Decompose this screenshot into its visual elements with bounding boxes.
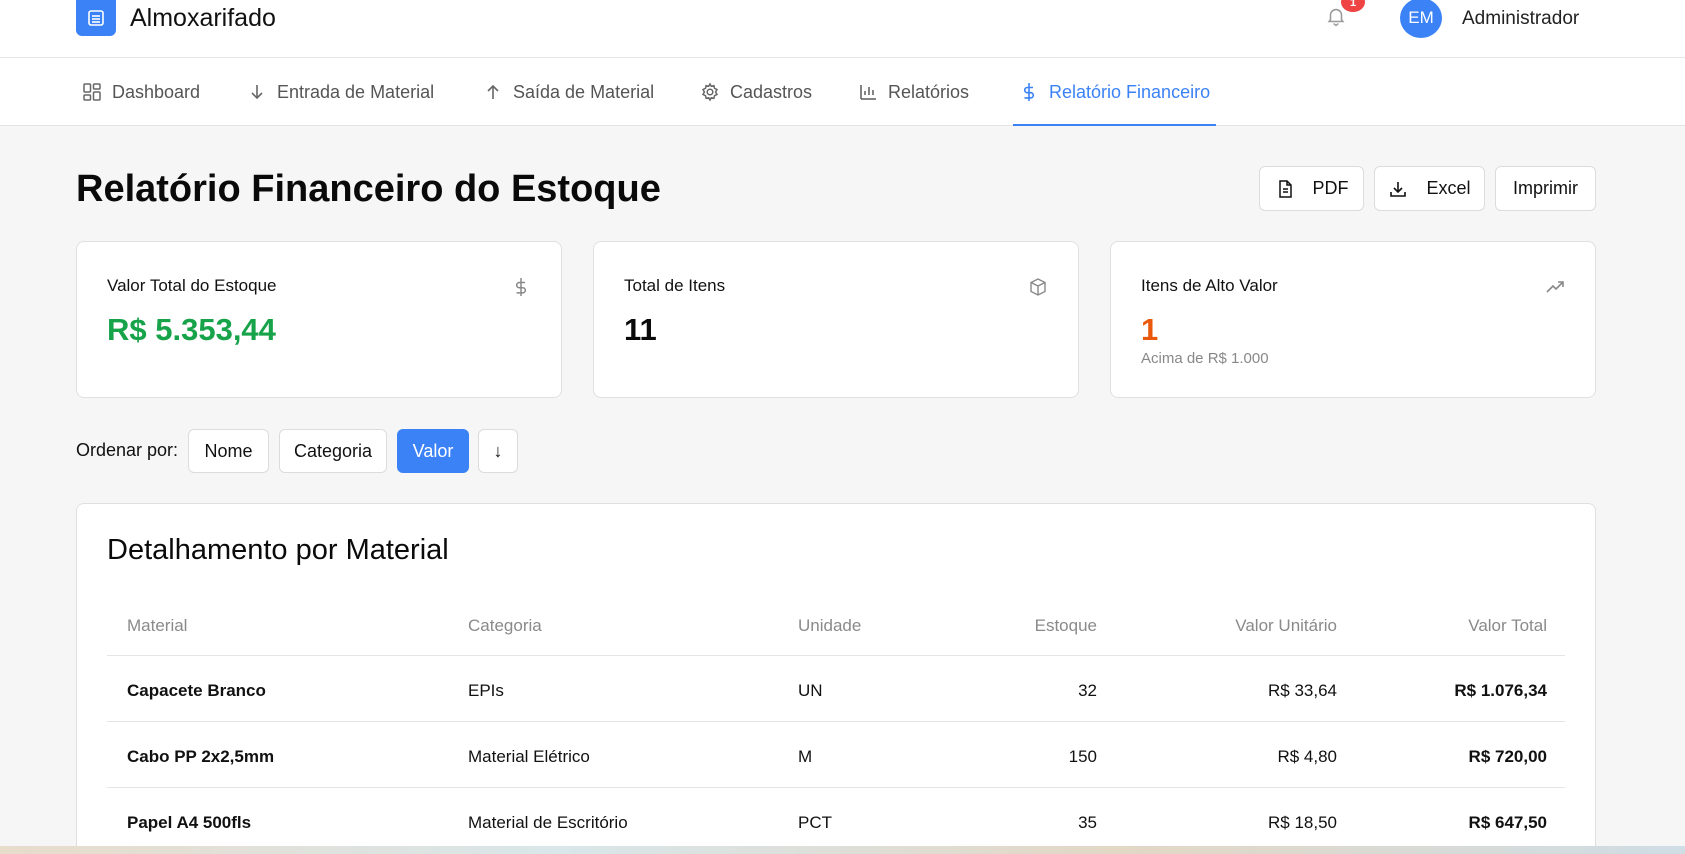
cell-unit: PCT: [798, 813, 832, 832]
arrow-up-icon: [487, 84, 499, 99]
dollar-icon: [516, 278, 526, 296]
card-subtitle: Acima de R$ 1.000: [1141, 350, 1269, 367]
tab-label: Cadastros: [730, 81, 813, 102]
tab-dashboard[interactable]: Dashboard: [82, 58, 200, 126]
cell-category: EPIs: [468, 681, 504, 700]
tab-relatorio-financeiro[interactable]: Relatório Financeiro: [1012, 58, 1217, 126]
excel-button[interactable]: Excel: [1374, 166, 1485, 211]
tab-relatorios[interactable]: Relatórios: [858, 58, 969, 126]
card-label: Valor Total do Estoque: [107, 276, 277, 295]
tab-label: Entrada de Material: [277, 81, 435, 102]
sort-by-value-button[interactable]: Valor: [397, 429, 469, 473]
avatar[interactable]: EM: [1400, 0, 1442, 38]
gear-icon: [701, 82, 719, 102]
column-header[interactable]: Valor Unitário: [1157, 616, 1337, 636]
column-header[interactable]: Estoque: [967, 616, 1097, 636]
card-label: Total de Itens: [624, 276, 726, 295]
cell-category: Material de Escritório: [468, 813, 628, 832]
print-label: Imprimir: [1513, 178, 1578, 198]
sort-label: Ordenar por:: [76, 440, 179, 460]
tab-saida[interactable]: Saída de Material: [483, 58, 654, 126]
box-icon: [1030, 278, 1046, 296]
divider: [107, 787, 1565, 788]
cell-unit: M: [798, 747, 813, 766]
bar-chart-icon: [860, 85, 876, 100]
taskbar-strip: [0, 846, 1685, 854]
card-high-value-items: Itens de Alto Valor 1 Acima de R$ 1.000: [1110, 241, 1596, 398]
column-header[interactable]: Valor Total: [1367, 616, 1547, 636]
column-header[interactable]: Categoria: [468, 616, 542, 636]
tab-label: Relatório Financeiro: [1049, 81, 1211, 102]
cell-total: R$ 720,00: [1468, 747, 1547, 766]
card-value: 11: [624, 312, 657, 347]
cell-unit: UN: [798, 681, 823, 700]
cell-stock: 150: [1068, 747, 1097, 766]
top-bar: Almoxarifado 1 EM Administrador: [0, 0, 1685, 58]
file-icon: [1278, 179, 1292, 198]
dollar-icon: [1023, 83, 1035, 101]
card-label: Itens de Alto Valor: [1141, 276, 1278, 295]
cell-material: Papel A4 500fls: [127, 813, 252, 832]
grid-icon: [83, 83, 101, 101]
cell-total: R$ 1.076,34: [1454, 681, 1547, 700]
cell-total: R$ 647,50: [1468, 813, 1547, 832]
cell-material: Cabo PP 2x2,5mm: [127, 747, 275, 766]
warehouse-icon[interactable]: [76, 0, 116, 36]
divider: [107, 721, 1565, 722]
section-title: Detalhamento por Material: [107, 534, 449, 566]
tab-label: Dashboard: [112, 81, 201, 102]
sort-direction-button[interactable]: ↓: [478, 429, 518, 473]
pdf-label: PDF: [1312, 178, 1349, 198]
download-icon: [1390, 181, 1407, 197]
main-nav: Dashboard Entrada de Material Saída de M…: [0, 58, 1685, 126]
card-value: R$ 5.353,44: [107, 312, 276, 347]
divider: [107, 655, 1565, 656]
arrow-down-icon: [251, 85, 263, 100]
print-button[interactable]: Imprimir: [1495, 166, 1596, 211]
cell-category: Material Elétrico: [468, 747, 590, 766]
column-header[interactable]: Material: [127, 616, 187, 636]
user-name[interactable]: Administrador: [1462, 8, 1579, 30]
sort-by-name-button[interactable]: Nome: [188, 429, 269, 473]
cell-stock: 32: [1078, 681, 1097, 700]
excel-label: Excel: [1426, 178, 1471, 198]
card-total-items: Total de Itens 11: [593, 241, 1079, 398]
material-breakdown-card: Detalhamento por Material Material Categ…: [76, 503, 1596, 854]
tab-cadastros[interactable]: Cadastros: [700, 58, 812, 126]
cell-unit-price: R$ 4,80: [1277, 747, 1337, 766]
trending-up-icon: [1546, 281, 1564, 293]
pdf-button[interactable]: PDF: [1259, 166, 1364, 211]
cell-unit-price: R$ 18,50: [1268, 813, 1337, 832]
cell-material: Capacete Branco: [127, 681, 266, 700]
card-total-value: Valor Total do Estoque R$ 5.353,44: [76, 241, 562, 398]
cell-stock: 35: [1078, 813, 1097, 832]
tab-label: Relatórios: [888, 81, 970, 102]
tab-label: Saída de Material: [513, 81, 655, 102]
card-value: 1: [1141, 312, 1159, 347]
page-title: Relatório Financeiro do Estoque: [76, 168, 661, 210]
cell-unit-price: R$ 33,64: [1268, 681, 1337, 700]
tab-entrada[interactable]: Entrada de Material: [247, 58, 434, 126]
column-header[interactable]: Unidade: [798, 616, 861, 636]
sort-by-category-button[interactable]: Categoria: [279, 429, 387, 473]
app-title: Almoxarifado: [130, 4, 276, 32]
